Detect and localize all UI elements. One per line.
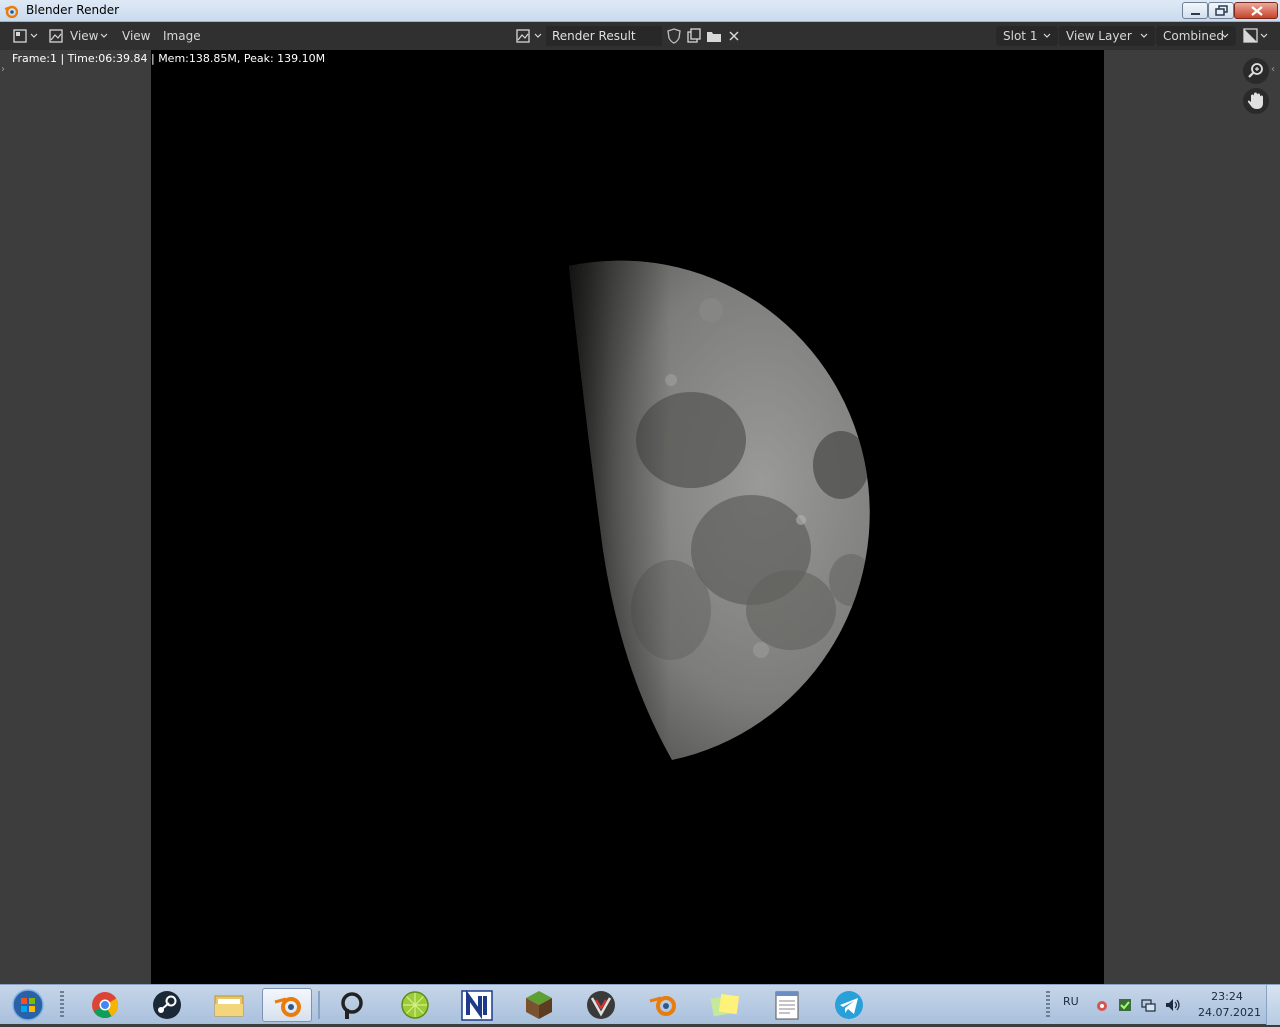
display-channels-icon <box>1243 28 1268 43</box>
image-browse-icon <box>516 29 542 43</box>
clock-time[interactable]: 23:24 <box>1200 990 1254 1003</box>
explorer-icon <box>214 995 244 1017</box>
telegram-icon <box>835 991 863 1019</box>
volume-icon[interactable] <box>1164 997 1182 1013</box>
sticky-notes-icon <box>710 993 740 1017</box>
image-view-icon <box>49 29 63 43</box>
folder-icon <box>707 32 721 42</box>
chevron-down-icon <box>1221 33 1229 38</box>
toolbar-expand-arrow[interactable]: › <box>1 64 5 75</box>
render-result-image <box>151 50 1104 984</box>
taskbar-lime[interactable] <box>390 988 440 1022</box>
title-bar: Blender Render <box>0 0 1280 22</box>
image-name-field[interactable]: Render Result <box>546 26 662 46</box>
taskbar-steam[interactable] <box>142 988 192 1022</box>
blender-icon <box>649 996 676 1016</box>
menu-view[interactable]: View <box>122 26 150 46</box>
close-icon <box>729 31 739 41</box>
window-title: Blender Render <box>26 3 120 17</box>
taskbar-blender-active[interactable] <box>262 988 312 1022</box>
show-desktop-button[interactable] <box>1266 985 1280 1025</box>
close-icon <box>1251 6 1263 16</box>
windows-orb-icon <box>12 989 44 1021</box>
view-mode-button[interactable]: View <box>48 26 110 46</box>
search-app-icon <box>341 992 363 1019</box>
minimize-icon <box>1191 13 1200 15</box>
blender-icon <box>274 997 301 1017</box>
tray-app-icon[interactable] <box>1094 997 1110 1013</box>
pan-button[interactable] <box>1243 88 1269 114</box>
taskbar-blender[interactable] <box>638 988 688 1022</box>
security-check-icon[interactable] <box>1117 997 1133 1013</box>
taskbar-chrome[interactable] <box>80 988 130 1022</box>
taskbar-grip[interactable] <box>60 991 64 1019</box>
duplicate-icon <box>687 28 701 43</box>
blender-logo-icon <box>4 5 18 18</box>
taskbar-search-app[interactable] <box>328 988 378 1022</box>
taskbar-minecraft[interactable] <box>514 988 564 1022</box>
zoom-icon <box>1248 63 1263 78</box>
taskbar-sticky-notes[interactable] <box>700 988 750 1022</box>
minimize-button[interactable] <box>1182 2 1208 19</box>
taskbar-notepad[interactable] <box>762 988 812 1022</box>
minecraft-icon <box>526 991 552 1019</box>
image-editor-header: View View Image Render Result Slot 1 Vie… <box>0 22 1280 50</box>
chrome-icon <box>92 992 119 1019</box>
taskbar-n-app[interactable] <box>452 988 502 1022</box>
render-pass-dropdown[interactable]: Combined <box>1156 26 1236 46</box>
fake-user-button[interactable] <box>664 26 684 46</box>
view-layer-label: View Layer <box>1066 29 1132 43</box>
taskbar-telegram[interactable] <box>824 988 874 1022</box>
language-indicator[interactable]: RU <box>1063 995 1079 1008</box>
unlink-image-button[interactable] <box>724 26 744 46</box>
display-channels-button[interactable] <box>1242 26 1272 46</box>
slot-label: Slot 1 <box>1003 29 1038 43</box>
sidebar-expand-arrow[interactable]: ‹ <box>1271 64 1275 75</box>
image-editor-icon <box>13 29 38 43</box>
n-app-icon <box>461 989 493 1021</box>
shield-icon <box>667 28 681 44</box>
zoom-button[interactable] <box>1243 58 1269 84</box>
clock-date[interactable]: 24.07.2021 <box>1198 1006 1261 1019</box>
steam-icon <box>153 991 181 1019</box>
chevron-down-icon <box>1140 33 1148 38</box>
notepad-icon <box>775 991 799 1020</box>
windows-taskbar: RU 23:24 24.07.2021 <box>0 984 1280 1025</box>
view-mode-label: View <box>70 29 99 43</box>
network-icon[interactable] <box>1140 997 1156 1013</box>
taskbar-separator <box>318 991 320 1019</box>
tray-grip[interactable] <box>1046 991 1050 1019</box>
editor-type-button[interactable] <box>10 26 40 46</box>
slot-dropdown[interactable]: Slot 1 <box>996 26 1058 46</box>
render-pass-label: Combined <box>1163 29 1224 43</box>
view-layer-dropdown[interactable]: View Layer <box>1059 26 1155 46</box>
chevron-down-icon <box>100 33 108 38</box>
restore-button[interactable] <box>1208 2 1234 19</box>
image-browse-button[interactable] <box>515 26 545 46</box>
duplicate-button[interactable] <box>684 26 704 46</box>
open-image-button[interactable] <box>704 26 724 46</box>
taskbar-vector-app[interactable] <box>576 988 626 1022</box>
taskbar-explorer[interactable] <box>204 988 254 1022</box>
restore-icon <box>1215 5 1228 16</box>
moon-render <box>569 260 870 760</box>
lime-icon <box>401 991 429 1019</box>
image-viewport[interactable]: › ‹ Frame:1 | Time:06:39.84 | Mem:138.85… <box>0 50 1280 984</box>
start-button[interactable] <box>4 987 46 1023</box>
chevron-down-icon <box>1043 33 1051 38</box>
close-button[interactable] <box>1234 2 1278 19</box>
render-stats: Frame:1 | Time:06:39.84 | Mem:138.85M, P… <box>12 52 326 65</box>
hand-icon <box>1247 92 1263 109</box>
menu-image[interactable]: Image <box>163 26 201 46</box>
vector-icon <box>587 991 615 1019</box>
